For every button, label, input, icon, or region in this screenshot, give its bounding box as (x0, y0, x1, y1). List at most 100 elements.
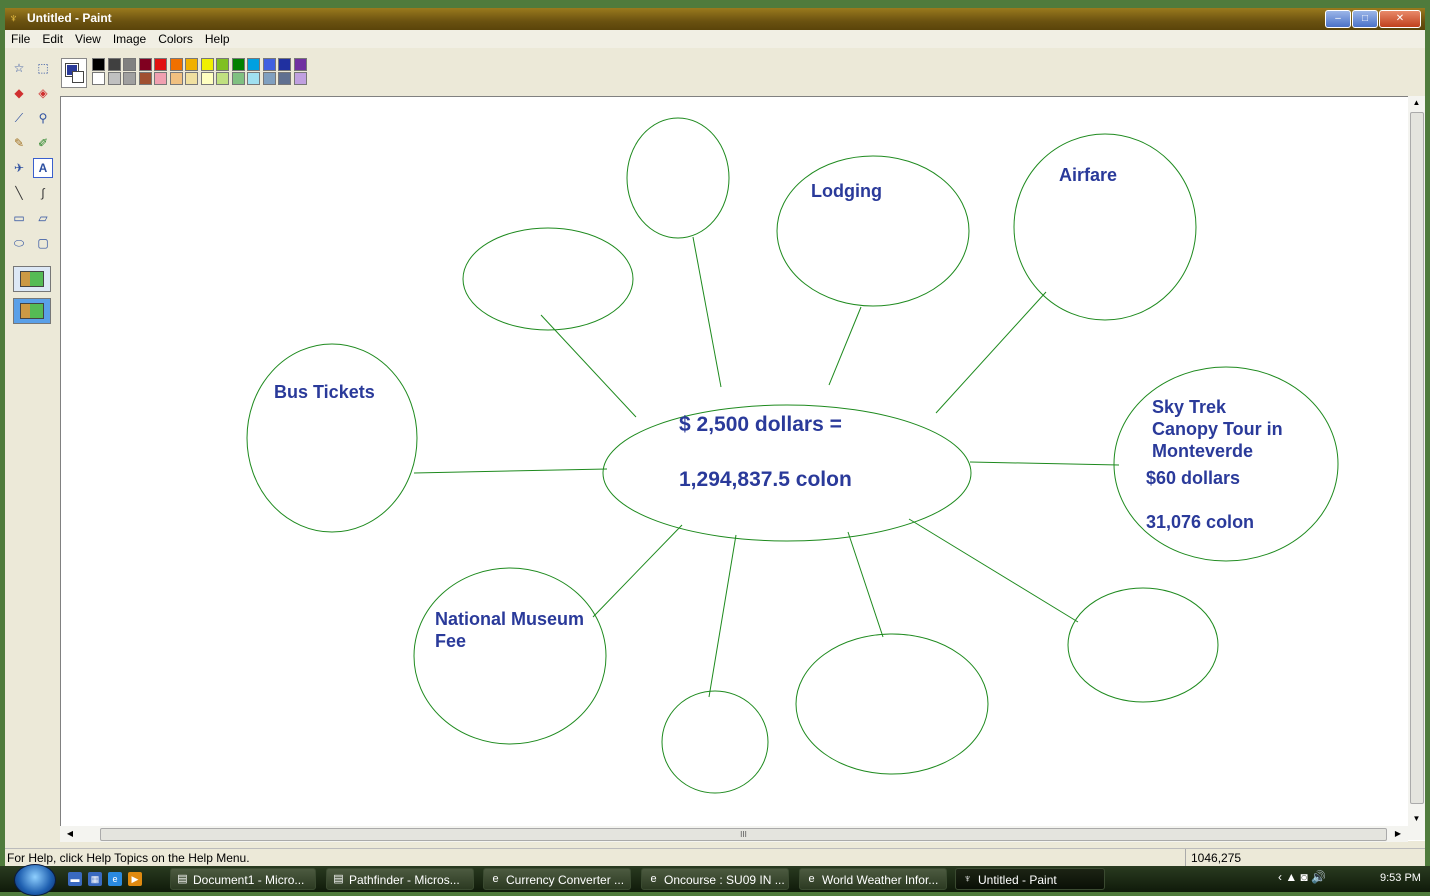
close-button[interactable]: ✕ (1379, 10, 1421, 28)
color-swatch[interactable] (247, 72, 260, 85)
connector-line (692, 236, 722, 388)
task-pathfinder[interactable]: ▤ Pathfinder - Micros... (326, 868, 474, 890)
word-icon: ▤ (333, 873, 344, 885)
color-swatch[interactable] (278, 58, 291, 71)
fill-style-option-selected[interactable] (13, 298, 51, 324)
menu-colors[interactable]: Colors (152, 30, 199, 48)
window-controls: – □ ✕ (1325, 10, 1421, 28)
menu-file[interactable]: File (5, 30, 36, 48)
task-oncourse[interactable]: e Oncourse : SU09 IN ... (641, 868, 789, 890)
free-select-icon[interactable]: ☆ (9, 58, 29, 78)
vertical-scroll-thumb[interactable] (1410, 112, 1424, 804)
color-swatch[interactable] (293, 72, 307, 85)
fill-icon[interactable]: ◈ (33, 83, 53, 103)
lodging-bubble (776, 155, 970, 307)
color-swatch[interactable] (216, 58, 229, 71)
task-word-document[interactable]: ▤ Document1 - Micro... (170, 868, 316, 890)
color-swatch[interactable] (154, 58, 167, 71)
color-swatch[interactable] (200, 58, 214, 71)
horizontal-scroll-thumb[interactable]: III (100, 828, 1387, 841)
maximize-button[interactable]: □ (1352, 10, 1378, 28)
color-swatch[interactable] (293, 58, 307, 71)
menu-bar: File Edit View Image Colors Help (5, 30, 1425, 48)
rounded-rect-icon[interactable]: ▢ (33, 233, 53, 253)
color-swatch[interactable] (107, 58, 121, 71)
minimize-button[interactable]: – (1325, 10, 1351, 28)
color-swatch[interactable] (200, 72, 214, 85)
ellipse-icon[interactable]: ⬭ (9, 233, 29, 253)
bus-bubble (246, 343, 418, 533)
task-world-weather[interactable]: e World Weather Infor... (799, 868, 947, 890)
task-label: Pathfinder - Micros... (349, 873, 460, 887)
mind-map-drawing: $ 2,500 dollars = 1,294,837.5 colon Lodg… (246, 117, 1339, 794)
color-swatch[interactable] (107, 72, 121, 85)
airbrush-icon[interactable]: ✈ (9, 158, 29, 178)
curve-icon[interactable]: ∫ (33, 183, 53, 203)
color-swatch[interactable] (123, 72, 136, 85)
word-icon: ▤ (177, 873, 188, 885)
taskbar: ▬ ▦ e ▶ ▤ Document1 - Micro... ▤ Pathfinde… (0, 864, 1430, 896)
magnifier-icon[interactable]: ⚲ (33, 108, 53, 128)
task-paint[interactable]: ♆ Untitled - Paint (955, 868, 1105, 890)
color-swatch[interactable] (123, 58, 136, 71)
drawing-canvas[interactable]: $ 2,500 dollars = 1,294,837.5 colon Lodg… (60, 96, 1425, 841)
color-swatch[interactable] (262, 58, 276, 71)
ie-icon: e (492, 873, 499, 885)
picker-icon[interactable]: ⟋ (9, 108, 29, 128)
menu-edit[interactable]: Edit (36, 30, 69, 48)
color-swatch[interactable] (138, 58, 152, 71)
rectangle-icon[interactable]: ▭ (9, 208, 29, 228)
scroll-left-icon[interactable]: ◀ (62, 826, 78, 842)
internet-explorer-icon[interactable]: e (108, 872, 122, 886)
skytrek-label-line3: Monteverde (1152, 441, 1253, 461)
fill-style-option[interactable] (13, 266, 51, 292)
scroll-down-icon[interactable]: ▼ (1408, 812, 1425, 826)
pencil-icon[interactable]: ✎ (9, 133, 29, 153)
eraser-icon[interactable]: ◆ (9, 83, 29, 103)
system-tray[interactable]: ‹ ▲ ◙ 🔊 (1278, 870, 1326, 884)
color-swatch[interactable] (247, 58, 260, 71)
clock[interactable]: 9:53 PM (1380, 872, 1421, 884)
line-icon[interactable]: ╲ (9, 183, 29, 203)
rect-select-icon[interactable]: ⬚ (33, 58, 53, 78)
scroll-right-icon[interactable]: ▶ (1390, 826, 1406, 842)
airfare-label: Airfare (1059, 165, 1117, 185)
vertical-scrollbar[interactable]: ▲ ▼ (1408, 96, 1425, 840)
color-swatch[interactable] (231, 72, 245, 85)
current-colors[interactable] (61, 58, 87, 88)
color-swatch[interactable] (262, 72, 276, 85)
fill-style-icon (20, 303, 44, 319)
color-swatch[interactable] (92, 72, 105, 85)
horizontal-scrollbar[interactable]: ◀ III ▶ (60, 826, 1408, 842)
status-bar: For Help, click Help Topics on the Help … (5, 848, 1425, 867)
skytrek-label-line1: Sky Trek (1152, 397, 1227, 417)
media-player-icon[interactable]: ▶ (128, 872, 142, 886)
color-swatch[interactable] (92, 58, 105, 71)
color-swatch[interactable] (278, 72, 291, 85)
skytrek-label-line2: Canopy Tour in (1152, 419, 1283, 439)
color-swatch[interactable] (216, 72, 229, 85)
color-swatch[interactable] (185, 58, 198, 71)
color-swatch[interactable] (169, 72, 183, 85)
task-currency-converter[interactable]: e Currency Converter ... (483, 868, 631, 890)
show-desktop-icon[interactable]: ▬ (68, 872, 82, 886)
scroll-up-icon[interactable]: ▲ (1408, 96, 1425, 110)
menu-help[interactable]: Help (199, 30, 236, 48)
color-swatch[interactable] (154, 72, 167, 85)
menu-image[interactable]: Image (107, 30, 152, 48)
task-label: Document1 - Micro... (193, 873, 305, 887)
start-button[interactable] (14, 864, 56, 896)
color-swatch[interactable] (138, 72, 152, 85)
paint-app-icon: ♆ (9, 11, 18, 25)
switch-windows-icon[interactable]: ▦ (88, 872, 102, 886)
color-swatch[interactable] (231, 58, 245, 71)
text-icon[interactable]: A (33, 158, 53, 178)
polygon-icon[interactable]: ▱ (33, 208, 53, 228)
empty-bubble (1067, 587, 1219, 703)
menu-view[interactable]: View (69, 30, 107, 48)
brush-icon[interactable]: ✐ (33, 133, 53, 153)
center-text-line2: 1,294,837.5 colon (679, 468, 852, 491)
title-bar[interactable]: ♆ Untitled - Paint – □ ✕ (5, 8, 1425, 30)
color-swatch[interactable] (169, 58, 183, 71)
color-swatch[interactable] (185, 72, 198, 85)
